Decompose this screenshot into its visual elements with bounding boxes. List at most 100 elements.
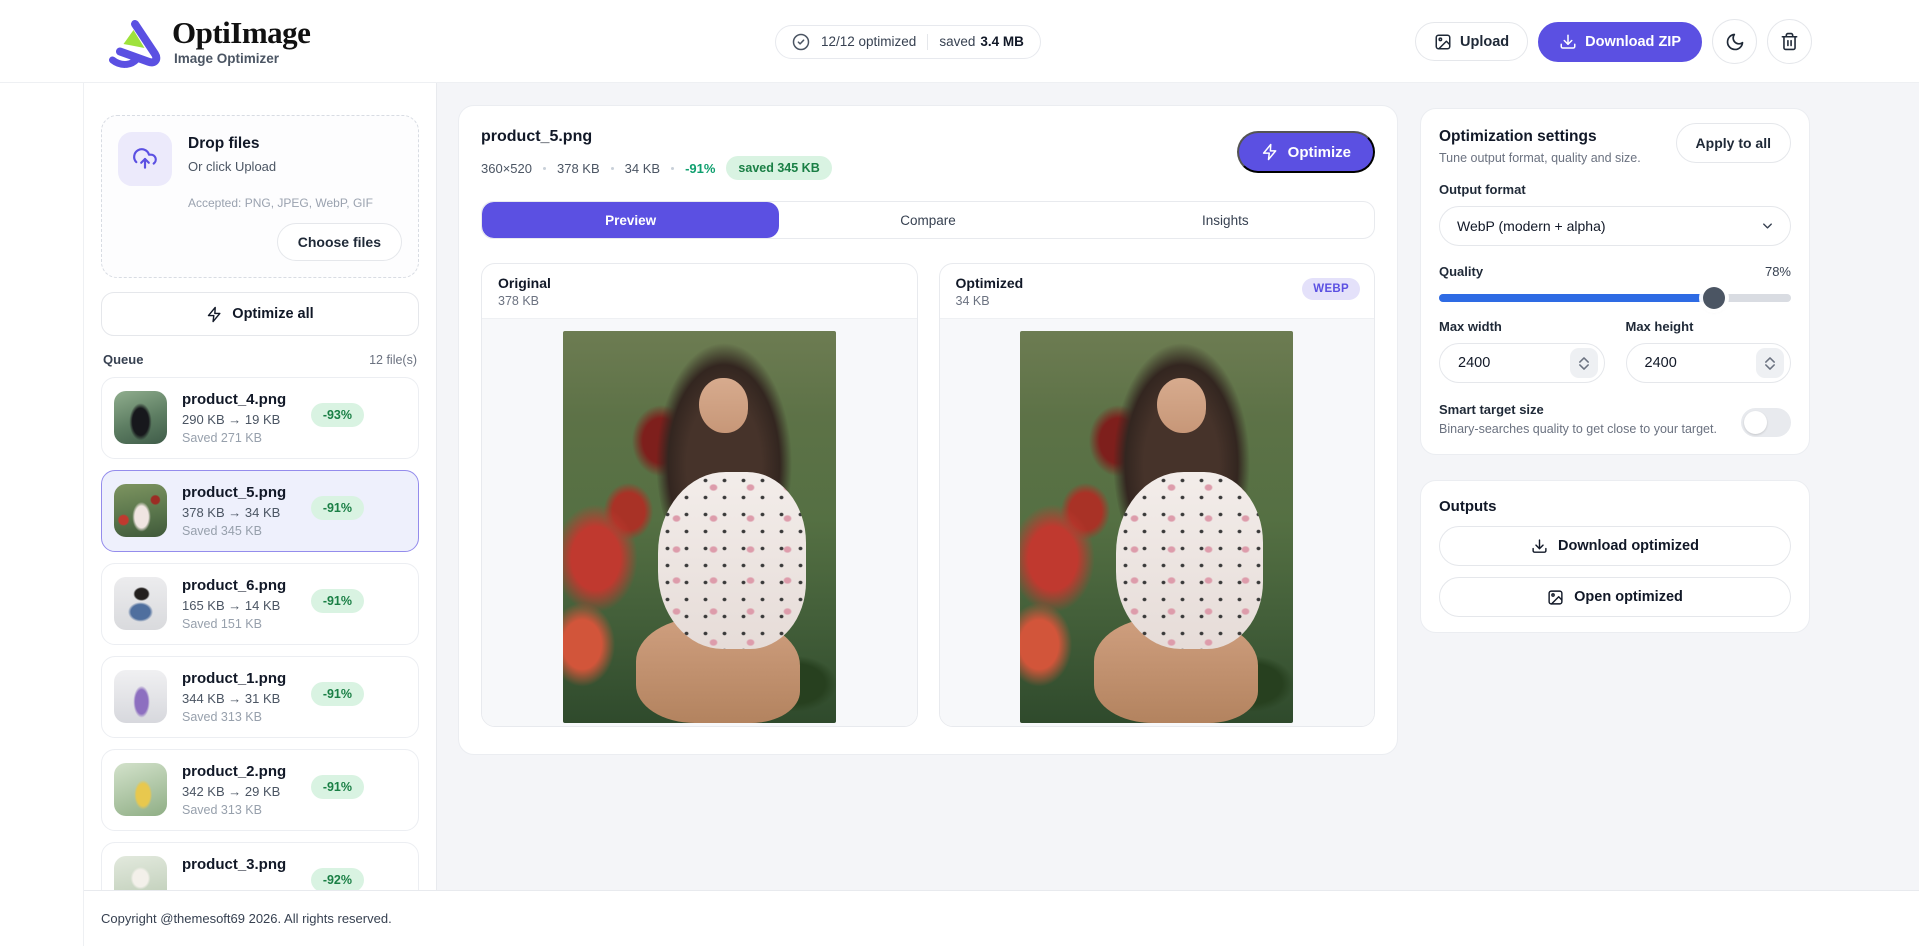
file-reduction-percent: -91% [685, 160, 716, 176]
max-height-label: Max height [1625, 319, 1694, 334]
stepper-icon[interactable] [1569, 348, 1598, 378]
cloud-upload-icon [118, 132, 172, 186]
tab-compare[interactable]: Compare [779, 202, 1076, 238]
file-original-size: 378 KB [556, 160, 600, 176]
file-sizes: 342 KB → 29 KB [182, 784, 281, 799]
queue-header: Queue 12 file(s) [103, 352, 417, 367]
accepted-formats-text: Accepted: PNG, JPEG, WebP, GIF [188, 196, 373, 210]
app-logo[interactable]: OptiImage Image Optimizer [106, 0, 311, 83]
upload-button-label: Upload [1460, 33, 1510, 50]
quality-slider-fill [1439, 294, 1714, 302]
max-height-field [1625, 343, 1791, 383]
queue-item-product-1[interactable]: product_1.png 344 KB → 31 KB Saved 313 K… [101, 656, 419, 738]
preview-tabs: Preview Compare Insights [481, 201, 1375, 239]
dropzone-subtitle: Or click Upload [188, 159, 277, 174]
file-dimensions: 360×520 [481, 160, 532, 176]
reduction-badge: -91% [310, 682, 364, 706]
file-name: product_3.png [182, 856, 287, 873]
saved-value: 3.4 MB [980, 34, 1024, 49]
optimize-button[interactable]: Optimize [1236, 131, 1375, 173]
max-height-input[interactable] [1628, 355, 1719, 371]
smart-target-label: Smart target size [1439, 402, 1544, 417]
saved-size-badge: saved 345 KB [726, 156, 832, 180]
app-title: OptiImage [172, 15, 311, 50]
optimized-panel: Optimized 34 KB WEBP [938, 263, 1375, 727]
queue-list: product_4.png 290 KB → 19 KB Saved 271 K… [101, 377, 419, 890]
tab-preview[interactable]: Preview [482, 202, 780, 238]
file-saved: Saved 345 KB [182, 524, 262, 538]
original-panel: Original 378 KB [481, 263, 918, 727]
moon-icon [1725, 32, 1745, 52]
quality-value: 78% [1764, 264, 1791, 279]
queue-title: Queue [103, 352, 144, 367]
optimize-all-button[interactable]: Optimize all [101, 292, 419, 336]
optimize-button-label: Optimize [1287, 143, 1351, 161]
lightning-icon [206, 306, 223, 323]
download-zip-label: Download ZIP [1585, 33, 1681, 50]
file-sizes: 378 KB → 34 KB [182, 505, 281, 520]
left-gutter [0, 83, 84, 946]
file-thumbnail [114, 484, 167, 537]
file-thumbnail [114, 670, 167, 723]
smart-target-toggle[interactable] [1741, 408, 1791, 437]
dark-mode-toggle-button[interactable] [1712, 19, 1757, 64]
file-sizes: 344 KB → 31 KB [182, 691, 281, 706]
queue-item-product-5[interactable]: product_5.png 378 KB → 34 KB Saved 345 K… [101, 470, 419, 552]
trash-icon [1780, 32, 1799, 51]
image-icon [1434, 33, 1452, 51]
open-optimized-button[interactable]: Open optimized [1439, 577, 1791, 617]
saved-label: saved [939, 34, 976, 49]
queue-item-product-2[interactable]: product_2.png 342 KB → 29 KB Saved 313 K… [101, 749, 419, 831]
apply-to-all-label: Apply to all [1695, 135, 1771, 151]
output-format-label: Output format [1439, 182, 1526, 197]
stepper-icon[interactable] [1756, 348, 1784, 378]
quality-label: Quality [1439, 264, 1484, 279]
queue-item-product-4[interactable]: product_4.png 290 KB → 19 KB Saved 271 K… [101, 377, 419, 459]
file-sizes: 165 KB → 14 KB [182, 598, 281, 613]
file-saved: Saved 313 KB [182, 710, 262, 724]
optimized-count-text: 12/12 optimized [821, 34, 917, 49]
file-thumbnail [114, 391, 167, 444]
download-zip-button[interactable]: Download ZIP [1538, 21, 1702, 62]
lightning-icon [1261, 143, 1279, 161]
file-sizes: 290 KB → 19 KB [182, 412, 281, 427]
header-actions: Upload Download ZIP [1415, 0, 1812, 83]
quality-slider[interactable] [1439, 287, 1791, 309]
file-name: product_1.png [182, 670, 287, 687]
file-thumbnail [114, 577, 167, 630]
output-format-select[interactable]: WebP (modern + alpha) [1439, 206, 1791, 246]
choose-files-label: Choose files [297, 234, 381, 250]
clear-all-button[interactable] [1767, 19, 1812, 64]
header: OptiImage Image Optimizer 12/12 optimize… [0, 0, 1919, 83]
file-optimized-size: 34 KB [624, 160, 661, 176]
queue-count: 12 file(s) [369, 352, 417, 367]
outputs-card: Outputs Download optimized Open optimize… [1420, 480, 1810, 633]
open-optimized-label: Open optimized [1574, 589, 1683, 605]
reduction-badge: -91% [310, 775, 364, 799]
download-optimized-button[interactable]: Download optimized [1439, 526, 1791, 566]
max-width-input[interactable] [1442, 355, 1532, 371]
download-icon [1559, 33, 1577, 51]
image-icon [1547, 589, 1564, 606]
file-dropzone[interactable]: Drop files Or click Upload Accepted: PNG… [101, 115, 419, 278]
upload-button[interactable]: Upload [1415, 22, 1529, 61]
queue-item-product-6[interactable]: product_6.png 165 KB → 14 KB Saved 151 K… [101, 563, 419, 645]
tab-insights[interactable]: Insights [1077, 202, 1374, 238]
quality-slider-thumb[interactable] [1702, 287, 1725, 309]
reduction-badge: -91% [310, 496, 364, 520]
reduction-badge: -93% [310, 403, 364, 427]
reduction-badge: -91% [310, 589, 364, 613]
dropzone-title: Drop files [188, 135, 260, 152]
apply-to-all-button[interactable]: Apply to all [1675, 123, 1791, 163]
choose-files-button[interactable]: Choose files [276, 223, 402, 261]
main-content: product_5.png 360×520 378 KB 34 KB -91% … [437, 83, 1919, 890]
queue-item-product-3[interactable]: product_3.png -92% [101, 842, 419, 890]
saved-total-text: saved 3.4 MB [939, 34, 1024, 49]
file-name: product_4.png [182, 391, 287, 408]
divider [927, 33, 929, 50]
file-name: product_2.png [182, 763, 287, 780]
chevron-down-icon [1760, 219, 1775, 234]
file-name: product_5.png [182, 484, 287, 501]
dot-separator [542, 166, 546, 170]
original-panel-size: 378 KB [498, 294, 540, 308]
